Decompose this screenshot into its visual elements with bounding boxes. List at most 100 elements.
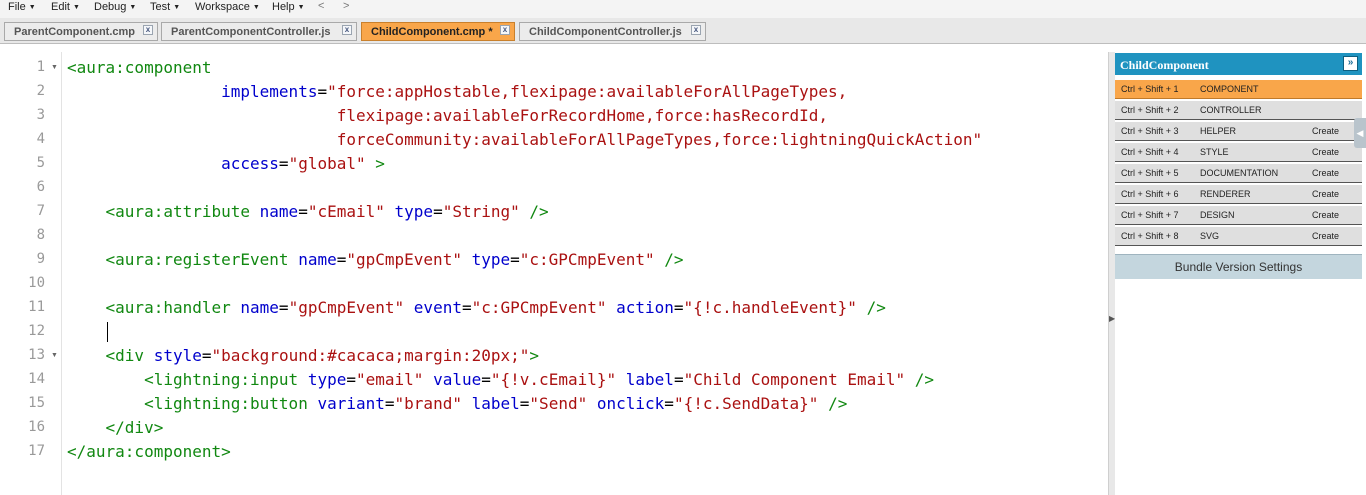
code-area[interactable]: <aura:component implements="force:appHos…	[67, 52, 1102, 495]
code-token: "{!v.cEmail}"	[490, 370, 617, 389]
menu-debug[interactable]: Debug ▼	[94, 1, 136, 13]
close-icon[interactable]: x	[691, 25, 701, 35]
code-editor[interactable]: 1 ▼ 2 3 4 5 6 7 8 9 10 11 12 13 ▼ 14 15 16 17 <aura:compon…	[0, 52, 1108, 495]
forward-arrow-icon[interactable]: >	[343, 0, 349, 12]
create-link[interactable]: Create	[1312, 210, 1339, 220]
menu-file[interactable]: File ▼	[8, 1, 36, 13]
create-link[interactable]: Create	[1312, 189, 1339, 199]
bundle-panel: ChildComponent » Ctrl + Shift + 1 COMPONE…	[1115, 52, 1366, 495]
panel-splitter[interactable]: ▶	[1108, 52, 1115, 495]
bundle-row-helper[interactable]: Ctrl + Shift + 3 HELPER Create	[1115, 121, 1362, 141]
code-token: =	[278, 298, 289, 317]
close-icon[interactable]: x	[143, 25, 153, 35]
tab-label: ParentComponent.cmp	[14, 26, 136, 38]
bundle-version-settings-button[interactable]: Bundle Version Settings	[1115, 254, 1362, 279]
bundle-row-documentation[interactable]: Ctrl + Shift + 5 DOCUMENTATION Create	[1115, 163, 1362, 183]
menu-workspace[interactable]: Workspace ▼	[195, 1, 260, 13]
bundle-row-renderer[interactable]: Ctrl + Shift + 6 RENDERER Create	[1115, 184, 1362, 204]
shortcut-label: Ctrl + Shift + 7	[1121, 210, 1179, 220]
close-icon[interactable]: x	[342, 25, 352, 35]
code-token: <lightning:input	[67, 370, 308, 389]
create-link[interactable]: Create	[1312, 147, 1339, 157]
line-number: 2	[36, 83, 45, 99]
tab-child-component-cmp[interactable]: ChildComponent.cmp * x	[361, 22, 515, 41]
shortcut-label: Ctrl + Shift + 4	[1121, 147, 1179, 157]
code-token: />	[519, 202, 549, 221]
line-number: 16	[28, 419, 45, 435]
code-token: <div	[67, 346, 154, 365]
code-token: "Child Component Email"	[683, 370, 906, 389]
line-number-gutter: 1 ▼ 2 3 4 5 6 7 8 9 10 11 12 13 ▼ 14 15 16 17	[0, 52, 62, 495]
fold-toggle-icon[interactable]: ▼	[51, 352, 58, 359]
code-token: "Send"	[529, 394, 588, 413]
line-number: 8	[36, 227, 45, 243]
code-token: action	[616, 298, 674, 317]
code-line: </aura:component>	[67, 440, 231, 464]
code-token: =	[673, 370, 684, 389]
code-token: name	[240, 298, 279, 317]
menu-test[interactable]: Test ▼	[150, 1, 180, 13]
code-token: implements	[221, 82, 318, 101]
code-line: implements="force:appHostable,flexipage:…	[67, 80, 847, 104]
code-token: type	[471, 250, 511, 269]
code-token: =	[346, 370, 356, 389]
chevron-down-icon: ▼	[129, 4, 137, 11]
code-token: "force:appHostable,flexipage:availableFo…	[327, 82, 848, 101]
code-line: <aura:attribute name="cEmail" type="Stri…	[67, 200, 549, 224]
code-token: access	[221, 154, 279, 173]
bundle-row-svg[interactable]: Ctrl + Shift + 8 SVG Create	[1115, 226, 1362, 246]
fold-toggle-icon[interactable]: ▼	[51, 64, 58, 71]
close-icon[interactable]: x	[500, 25, 510, 35]
code-token: <aura:handler	[67, 298, 241, 317]
code-token: event	[413, 298, 462, 317]
create-link[interactable]: Create	[1312, 168, 1339, 178]
shortcut-label: Ctrl + Shift + 1	[1121, 84, 1179, 94]
code-token: name	[298, 250, 337, 269]
code-token: >	[365, 154, 385, 173]
code-token: =	[481, 370, 491, 389]
create-link[interactable]: Create	[1312, 126, 1339, 136]
code-token: =	[336, 250, 347, 269]
code-token: variant	[317, 394, 385, 413]
code-token: </aura:component>	[67, 442, 231, 461]
code-token: type	[394, 202, 434, 221]
code-token: name	[259, 202, 299, 221]
bundle-row-controller[interactable]: Ctrl + Shift + 2 CONTROLLER	[1115, 100, 1362, 120]
bundle-item-name: STYLE	[1200, 147, 1229, 157]
code-token: "String"	[442, 202, 520, 221]
code-token: />	[856, 298, 886, 317]
tab-parent-component-controller-js[interactable]: ParentComponentController.js x	[161, 22, 357, 41]
collapse-panel-icon[interactable]: »	[1343, 56, 1358, 71]
bundle-row-design[interactable]: Ctrl + Shift + 7 DESIGN Create	[1115, 205, 1362, 225]
tab-label: ChildComponent.cmp *	[371, 26, 493, 38]
create-link[interactable]: Create	[1312, 231, 1339, 241]
line-number: 1	[36, 59, 45, 75]
tab-parent-component-cmp[interactable]: ParentComponent.cmp x	[4, 22, 158, 41]
back-arrow-icon[interactable]: <	[318, 0, 324, 12]
side-expand-tab[interactable]: ◀	[1354, 118, 1366, 148]
chevron-down-icon: ▼	[173, 4, 181, 11]
bundle-row-style[interactable]: Ctrl + Shift + 4 STYLE Create	[1115, 142, 1362, 162]
tab-child-component-controller-js[interactable]: ChildComponentController.js x	[519, 22, 706, 41]
code-token: =	[384, 394, 395, 413]
code-token: =	[278, 154, 289, 173]
code-token: =	[317, 82, 328, 101]
line-number: 11	[28, 299, 45, 315]
menu-help[interactable]: Help ▼	[272, 1, 305, 13]
code-token: =	[510, 250, 520, 269]
code-token: style	[153, 346, 202, 365]
code-line: <lightning:button variant="brand" label=…	[67, 392, 847, 416]
code-token: <aura:component	[67, 58, 212, 77]
code-token: <lightning:button	[67, 394, 318, 413]
bundle-item-name: COMPONENT	[1200, 84, 1259, 94]
code-token: type	[307, 370, 347, 389]
line-number: 10	[28, 275, 45, 291]
code-token: "{!c.SendData}"	[673, 394, 819, 413]
bundle-row-component[interactable]: Ctrl + Shift + 1 COMPONENT	[1115, 79, 1362, 99]
menu-edit[interactable]: Edit ▼	[51, 1, 80, 13]
